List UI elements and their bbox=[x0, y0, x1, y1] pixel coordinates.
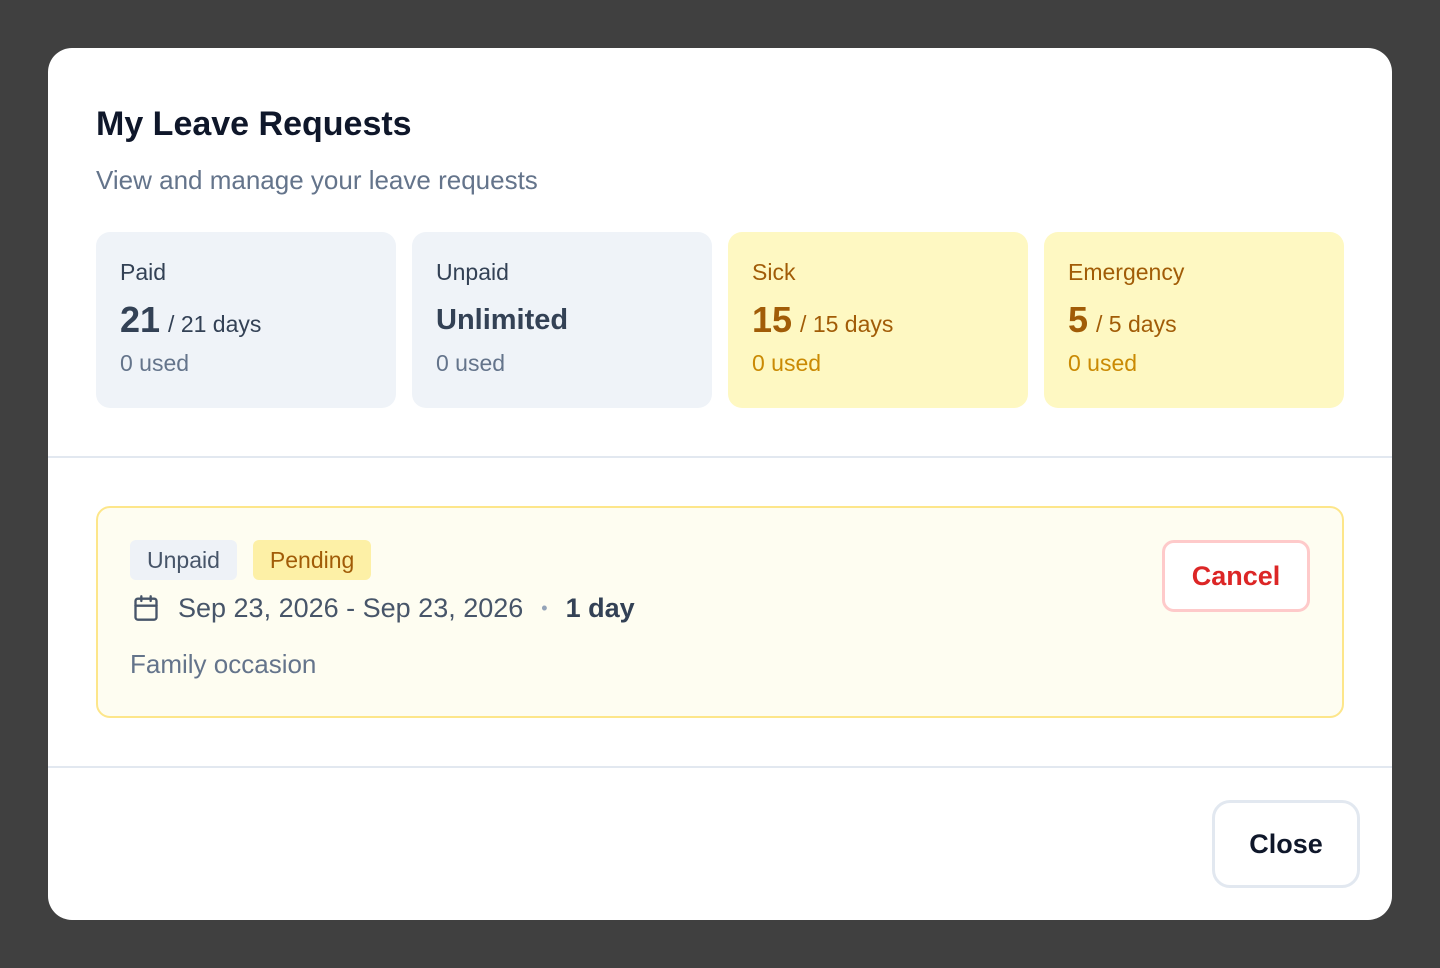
calendar-icon bbox=[132, 594, 160, 622]
balance-label: Unpaid bbox=[436, 259, 509, 285]
balance-label: Paid bbox=[120, 259, 167, 285]
balance-remaining: 5 / 5 days bbox=[1068, 298, 1320, 342]
balance-card-paid: Paid 21 / 21 days 0 used bbox=[96, 232, 396, 408]
balance-value: 21 bbox=[120, 299, 161, 340]
cancel-request-button[interactable]: Cancel bbox=[1162, 540, 1310, 612]
leave-balance-cards: Paid 21 / 21 days 0 used Unpaid Unlimite… bbox=[96, 232, 1344, 408]
balance-value: 15 bbox=[752, 299, 793, 340]
balance-card-unpaid: Unpaid Unlimited 0 used bbox=[412, 232, 712, 408]
leave-requests-modal: My Leave Requests View and manage your l… bbox=[48, 48, 1392, 920]
balance-label: Emergency bbox=[1068, 259, 1185, 285]
balance-value: 5 bbox=[1068, 299, 1089, 340]
balance-total: / 21 days bbox=[168, 311, 262, 337]
leave-type-badge: Unpaid bbox=[130, 540, 237, 580]
request-reason: Family occasion bbox=[130, 649, 317, 679]
modal-title: My Leave Requests bbox=[96, 105, 412, 143]
balance-remaining: Unlimited bbox=[436, 298, 688, 342]
balance-used: 0 used bbox=[752, 350, 822, 376]
balance-used: 0 used bbox=[436, 350, 506, 376]
balance-card-emergency: Emergency 5 / 5 days 0 used bbox=[1044, 232, 1344, 408]
close-button[interactable]: Close bbox=[1212, 800, 1360, 888]
status-badge: Pending bbox=[252, 540, 372, 580]
balance-label: Sick bbox=[752, 259, 796, 285]
date-range: Sep 23, 2026 - Sep 23, 2026 bbox=[178, 592, 524, 623]
modal-subtitle: View and manage your leave requests bbox=[96, 165, 538, 195]
balance-card-sick: Sick 15 / 15 days 0 used bbox=[728, 232, 1028, 408]
section-divider bbox=[48, 456, 1392, 458]
balance-total: / 15 days bbox=[800, 311, 894, 337]
request-duration: 1 day bbox=[565, 592, 635, 623]
balance-used: 0 used bbox=[120, 350, 190, 376]
request-badges: Unpaid Pending bbox=[130, 540, 372, 580]
balance-remaining: 21 / 21 days bbox=[120, 298, 372, 342]
balance-value: Unlimited bbox=[436, 304, 569, 336]
balance-remaining: 15 / 15 days bbox=[752, 298, 1004, 342]
footer-divider bbox=[48, 766, 1392, 768]
separator-dot: • bbox=[541, 597, 548, 618]
request-dates: Sep 23, 2026 - Sep 23, 2026 • 1 day bbox=[132, 590, 635, 626]
balance-total: / 5 days bbox=[1096, 311, 1177, 337]
modal-header: My Leave Requests View and manage your l… bbox=[96, 104, 1344, 196]
balance-used: 0 used bbox=[1068, 350, 1138, 376]
leave-request-item: Unpaid Pending Sep 23, 2026 - Sep 23, 20… bbox=[96, 506, 1344, 718]
